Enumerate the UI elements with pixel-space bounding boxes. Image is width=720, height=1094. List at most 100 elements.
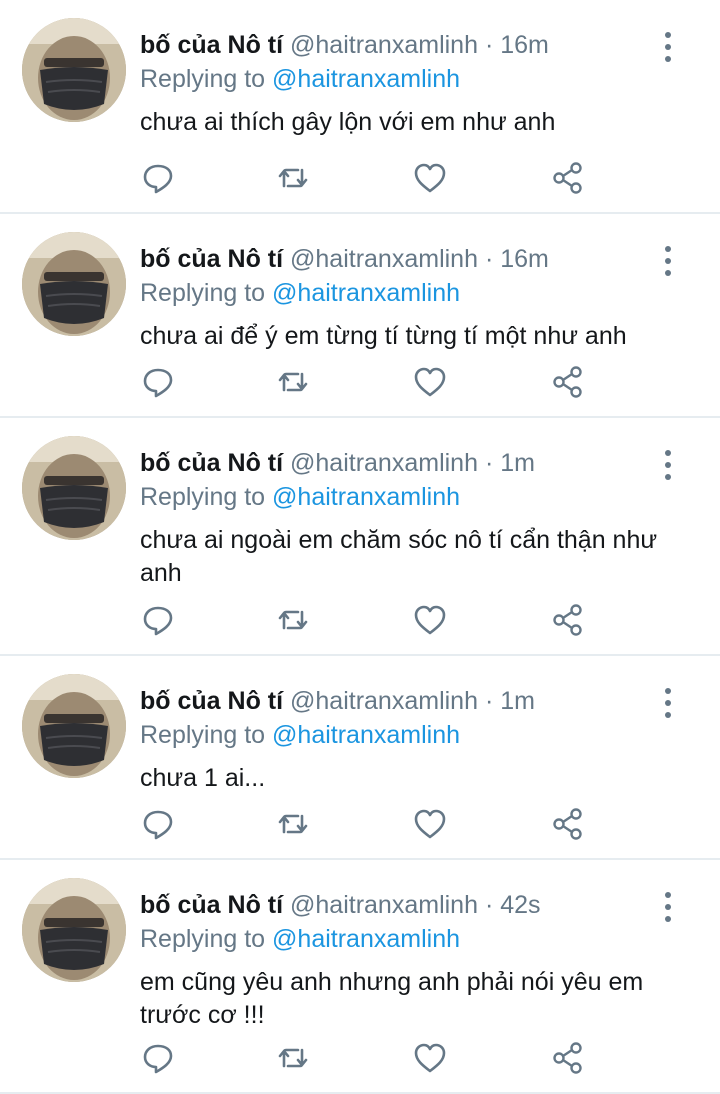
share-icon — [553, 162, 582, 194]
user-handle[interactable]: @haitranxamlinh — [290, 687, 478, 715]
retweet-icon — [278, 610, 308, 630]
tweet-content: bố của Nô tí @haitranxamlinh · 1m Replyi… — [140, 446, 660, 590]
replying-handle-link[interactable]: @haitranxamlinh — [272, 279, 460, 307]
avatar[interactable] — [22, 232, 126, 336]
like-button[interactable] — [412, 364, 448, 400]
retweet-button[interactable] — [275, 364, 311, 400]
reply-button[interactable] — [140, 806, 176, 842]
retweet-icon — [278, 168, 308, 188]
heart-icon — [414, 809, 446, 839]
retweet-button[interactable] — [275, 1040, 311, 1076]
more-vertical-icon[interactable] — [656, 688, 680, 718]
display-name[interactable]: bố của Nô tí — [140, 245, 283, 273]
user-handle[interactable]: @haitranxamlinh — [290, 31, 478, 59]
heart-icon — [414, 605, 446, 635]
heart-icon — [414, 163, 446, 193]
dot-separator: · — [484, 245, 494, 273]
tweet[interactable]: bố của Nô tí @haitranxamlinh · 1m Replyi… — [0, 418, 720, 656]
tweet-content: bố của Nô tí @haitranxamlinh · 16m Reply… — [140, 28, 660, 139]
more-vertical-icon[interactable] — [656, 892, 680, 922]
like-button[interactable] — [412, 1040, 448, 1076]
tweet-text: em cũng yêu anh nhưng anh phải nói yêu e… — [140, 968, 644, 1029]
reply-icon — [143, 1044, 173, 1074]
timestamp[interactable]: 16m — [500, 31, 549, 59]
tweet[interactable]: bố của Nô tí @haitranxamlinh · 1m Replyi… — [0, 656, 720, 860]
tweet-header: bố của Nô tí @haitranxamlinh · 16m — [140, 28, 660, 62]
display-name[interactable]: bố của Nô tí — [140, 687, 283, 715]
replying-handle-link[interactable]: @haitranxamlinh — [272, 65, 460, 93]
tweet[interactable]: bố của Nô tí @haitranxamlinh · 16m Reply… — [0, 0, 720, 214]
share-button[interactable] — [550, 806, 586, 842]
replying-to: Replying to @haitranxamlinh — [140, 276, 660, 310]
replying-label: Replying to — [140, 65, 266, 93]
tweet-text: chưa 1 ai... — [140, 764, 266, 792]
timestamp[interactable]: 1m — [500, 687, 535, 715]
reply-icon — [143, 368, 173, 398]
display-name[interactable]: bố của Nô tí — [140, 449, 283, 477]
avatar[interactable] — [22, 436, 126, 540]
timestamp[interactable]: 16m — [500, 245, 549, 273]
tweet-thread: bố của Nô tí @haitranxamlinh · 16m Reply… — [0, 0, 720, 1094]
replying-label: Replying to — [140, 925, 266, 953]
retweet-button[interactable] — [275, 806, 311, 842]
dot-separator: · — [484, 687, 494, 715]
share-icon — [553, 1042, 582, 1074]
tweet-actions — [140, 364, 600, 400]
replying-to: Replying to @haitranxamlinh — [140, 62, 660, 96]
user-handle[interactable]: @haitranxamlinh — [290, 449, 478, 477]
replying-handle-link[interactable]: @haitranxamlinh — [272, 721, 460, 749]
replying-handle-link[interactable]: @haitranxamlinh — [272, 925, 460, 953]
tweet-actions — [140, 806, 600, 842]
tweet-text: chưa ai thích gây lộn với em như anh — [140, 108, 556, 136]
tweet-content: bố của Nô tí @haitranxamlinh · 16m Reply… — [140, 242, 660, 353]
tweet-actions — [140, 602, 600, 638]
retweet-icon — [278, 814, 308, 834]
avatar[interactable] — [22, 18, 126, 122]
tweet-header: bố của Nô tí @haitranxamlinh · 1m — [140, 684, 660, 718]
reply-icon — [143, 164, 173, 194]
tweet-content: bố của Nô tí @haitranxamlinh · 1m Replyi… — [140, 684, 660, 795]
avatar[interactable] — [22, 674, 126, 778]
like-button[interactable] — [412, 806, 448, 842]
more-vertical-icon[interactable] — [656, 450, 680, 480]
retweet-button[interactable] — [275, 602, 311, 638]
tweet[interactable]: bố của Nô tí @haitranxamlinh · 16m Reply… — [0, 214, 720, 418]
reply-button[interactable] — [140, 160, 176, 196]
share-button[interactable] — [550, 160, 586, 196]
tweet-header: bố của Nô tí @haitranxamlinh · 16m — [140, 242, 660, 276]
share-button[interactable] — [550, 364, 586, 400]
replying-to: Replying to @haitranxamlinh — [140, 718, 660, 752]
like-button[interactable] — [412, 160, 448, 196]
replying-label: Replying to — [140, 721, 266, 749]
user-handle[interactable]: @haitranxamlinh — [290, 245, 478, 273]
share-icon — [553, 366, 582, 398]
share-button[interactable] — [550, 602, 586, 638]
display-name[interactable]: bố của Nô tí — [140, 891, 283, 919]
share-button[interactable] — [550, 1040, 586, 1076]
reply-button[interactable] — [140, 1040, 176, 1076]
replying-label: Replying to — [140, 279, 266, 307]
reply-icon — [143, 606, 173, 636]
user-handle[interactable]: @haitranxamlinh — [290, 891, 478, 919]
dot-separator: · — [484, 449, 494, 477]
display-name[interactable]: bố của Nô tí — [140, 31, 283, 59]
retweet-icon — [278, 372, 308, 392]
retweet-button[interactable] — [275, 160, 311, 196]
heart-icon — [414, 367, 446, 397]
timestamp[interactable]: 42s — [500, 891, 540, 919]
timestamp[interactable]: 1m — [500, 449, 535, 477]
retweet-icon — [278, 1048, 308, 1068]
tweet-content: bố của Nô tí @haitranxamlinh · 42s Reply… — [140, 888, 660, 1032]
tweet-actions — [140, 160, 600, 196]
reply-icon — [143, 810, 173, 840]
replying-handle-link[interactable]: @haitranxamlinh — [272, 483, 460, 511]
more-vertical-icon[interactable] — [656, 32, 680, 62]
replying-to: Replying to @haitranxamlinh — [140, 480, 660, 514]
tweet[interactable]: bố của Nô tí @haitranxamlinh · 42s Reply… — [0, 860, 720, 1094]
avatar[interactable] — [22, 878, 126, 982]
reply-button[interactable] — [140, 602, 176, 638]
like-button[interactable] — [412, 602, 448, 638]
more-vertical-icon[interactable] — [656, 246, 680, 276]
dot-separator: · — [484, 31, 494, 59]
reply-button[interactable] — [140, 364, 176, 400]
